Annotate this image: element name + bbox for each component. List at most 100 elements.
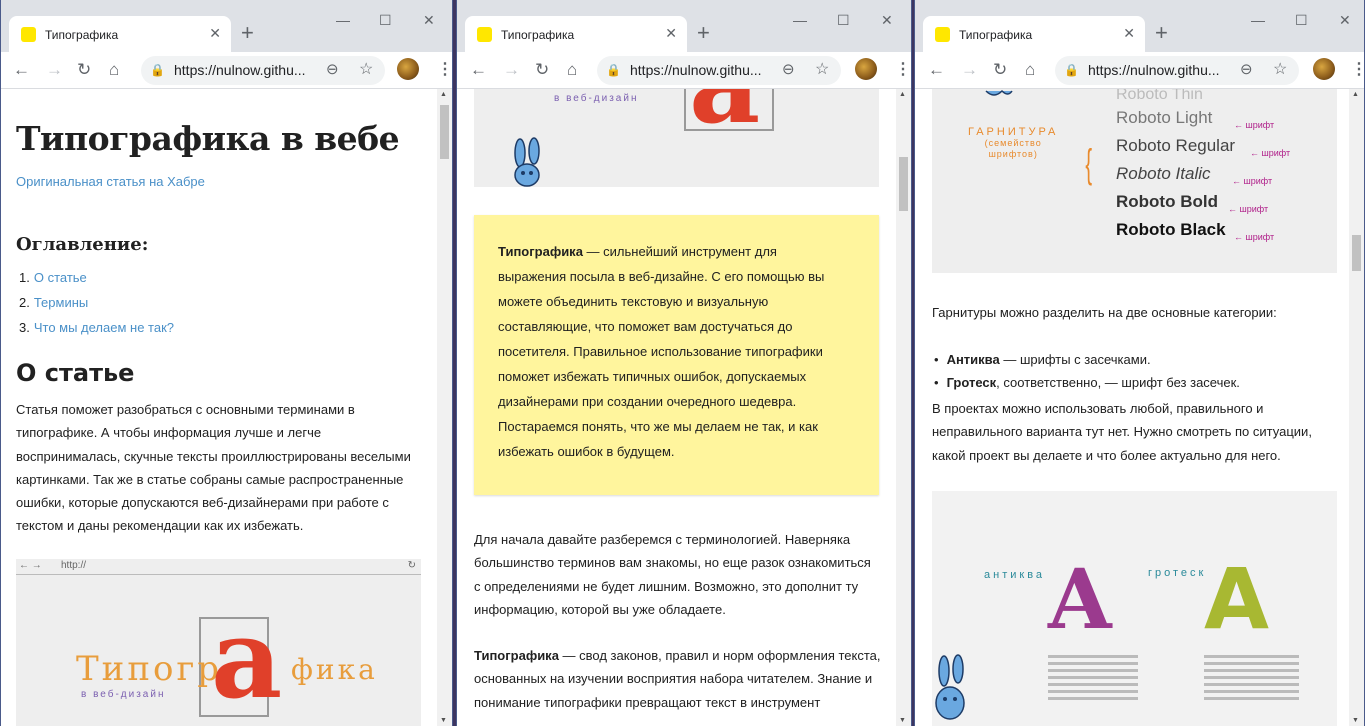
font-sample-bold: Roboto Bold bbox=[1116, 192, 1218, 211]
scroll-up-icon[interactable]: ▲ bbox=[1352, 91, 1359, 98]
address-bar[interactable]: 🔒 https://nulnow.githu... ⊖ ☆ bbox=[1055, 56, 1299, 85]
title-bar: Типографика ✕ + — ☐ ✕ bbox=[1, 0, 452, 52]
zoom-icon[interactable]: ⊖ bbox=[1240, 60, 1253, 78]
title-bar: Типографика ✕ + — ☐ ✕ bbox=[915, 0, 1364, 52]
browser-tab[interactable]: Типографика ✕ bbox=[465, 16, 687, 52]
sketch-back-icon: ← → bbox=[19, 560, 42, 571]
forward-icon[interactable]: → bbox=[961, 59, 978, 81]
reload-icon[interactable]: ↻ bbox=[77, 59, 91, 81]
bookmark-star-icon[interactable]: ☆ bbox=[359, 59, 373, 79]
menu-icon[interactable]: ⋮ bbox=[1351, 59, 1364, 79]
tab-close-icon[interactable]: ✕ bbox=[209, 25, 221, 42]
reload-icon[interactable]: ↻ bbox=[993, 59, 1007, 81]
new-tab-icon[interactable]: + bbox=[241, 21, 254, 45]
scroll-thumb[interactable] bbox=[899, 157, 908, 211]
scrollbar[interactable]: ▲ ▼ bbox=[896, 89, 911, 726]
usage-paragraph: В проектах можно использовать любой, пра… bbox=[932, 401, 1312, 463]
profile-avatar[interactable] bbox=[855, 58, 877, 80]
scroll-down-icon[interactable]: ▼ bbox=[440, 717, 447, 724]
font-arrow-bold: ← шрифт bbox=[1228, 204, 1269, 214]
scroll-down-icon[interactable]: ▼ bbox=[899, 717, 906, 724]
highlight-note: Типографика — сильнейший инструмент для … bbox=[474, 215, 879, 495]
illustration-antiqua-grotesque: антиква гротеск A A bbox=[932, 491, 1337, 726]
browser-window-2: Типографика ✕ + — ☐ ✕ ← → ↻ ⌂ 🔒 https://… bbox=[456, 0, 912, 726]
list-item: • Гротеск, соответственно, — шрифт без за… bbox=[934, 375, 1240, 391]
new-tab-icon[interactable]: + bbox=[1155, 21, 1168, 45]
address-bar[interactable]: 🔒 https://nulnow.githu... ⊖ ☆ bbox=[597, 56, 841, 85]
minimize-icon[interactable]: — bbox=[793, 12, 807, 28]
forward-icon[interactable]: → bbox=[503, 59, 520, 81]
site-favicon-icon bbox=[477, 27, 492, 42]
toc-link-mistakes[interactable]: Что мы делаем не так? bbox=[34, 320, 174, 335]
category-list: • Антиква — шрифты с засечками. • Гротеск,… bbox=[932, 348, 1342, 395]
scroll-thumb[interactable] bbox=[1352, 235, 1361, 271]
reload-icon[interactable]: ↻ bbox=[535, 59, 549, 81]
sketch-word-2: фика bbox=[291, 653, 378, 686]
url-text: https://nulnow.githu... bbox=[630, 62, 762, 78]
forward-icon[interactable]: → bbox=[46, 59, 63, 81]
sketch-caption: в веб-дизайн bbox=[81, 689, 166, 700]
url-text: https://nulnow.githu... bbox=[174, 62, 306, 78]
site-favicon-icon bbox=[21, 27, 36, 42]
bunny-icon bbox=[935, 654, 965, 720]
browser-toolbar: ← → ↻ ⌂ 🔒 https://nulnow.githu... ⊖ ☆ ⋮ bbox=[457, 52, 911, 89]
scrollbar[interactable]: ▲ ▼ bbox=[437, 89, 452, 726]
back-icon[interactable]: ← bbox=[470, 59, 487, 81]
lock-icon: 🔒 bbox=[606, 63, 621, 77]
lock-icon: 🔒 bbox=[150, 63, 165, 77]
browser-window-1: Типографика ✕ + — ☐ ✕ ← → ↻ ⌂ 🔒 https://… bbox=[0, 0, 453, 726]
profile-avatar[interactable] bbox=[1313, 58, 1335, 80]
grotesque-sample-text bbox=[1204, 651, 1299, 704]
maximize-icon[interactable]: ☐ bbox=[837, 12, 850, 29]
toc-link-about[interactable]: О статье bbox=[34, 270, 87, 285]
browser-tab[interactable]: Типографика ✕ bbox=[923, 16, 1145, 52]
sketch-caption: в веб-дизайн bbox=[554, 93, 639, 104]
new-tab-icon[interactable]: + bbox=[697, 21, 710, 45]
menu-icon[interactable]: ⋮ bbox=[895, 59, 911, 79]
close-window-icon[interactable]: ✕ bbox=[881, 12, 893, 29]
scroll-thumb[interactable] bbox=[440, 105, 449, 159]
family-label: ГАРНИТУРА (семейство шрифтов) bbox=[968, 126, 1059, 160]
menu-icon[interactable]: ⋮ bbox=[437, 59, 452, 79]
scrollbar[interactable]: ▲ ▼ bbox=[1349, 89, 1364, 726]
browser-toolbar: ← → ↻ ⌂ 🔒 https://nulnow.githu... ⊖ ☆ ⋮ bbox=[915, 52, 1364, 89]
font-arrow-italic: ← шрифт bbox=[1232, 176, 1273, 186]
zoom-icon[interactable]: ⊖ bbox=[782, 60, 795, 78]
home-icon[interactable]: ⌂ bbox=[109, 59, 119, 81]
close-window-icon[interactable]: ✕ bbox=[423, 12, 435, 29]
scroll-up-icon[interactable]: ▲ bbox=[440, 91, 447, 98]
maximize-icon[interactable]: ☐ bbox=[1295, 12, 1308, 29]
back-icon[interactable]: ← bbox=[13, 59, 30, 81]
source-link[interactable]: Оригинальная статья на Хабре bbox=[16, 174, 205, 189]
toc-item: 3. Что мы делаем не так? bbox=[19, 320, 175, 335]
scroll-up-icon[interactable]: ▲ bbox=[899, 91, 906, 98]
close-window-icon[interactable]: ✕ bbox=[1339, 12, 1351, 29]
toc-list: 1. О статье 2. Термины 3. Что мы делаем не … bbox=[19, 265, 174, 340]
profile-avatar[interactable] bbox=[397, 58, 419, 80]
browser-window-3: Типографика ✕ + — ☐ ✕ ← → ↻ ⌂ 🔒 https://… bbox=[914, 0, 1365, 726]
tab-close-icon[interactable]: ✕ bbox=[665, 25, 677, 42]
page-viewport: ГАРНИТУРА (семейство шрифтов) { Roboto T… bbox=[915, 89, 1364, 726]
illustration-font-family: ГАРНИТУРА (семейство шрифтов) { Roboto T… bbox=[932, 89, 1337, 273]
scroll-down-icon[interactable]: ▼ bbox=[1352, 717, 1359, 724]
grotesque-letter: A bbox=[1204, 550, 1270, 648]
back-icon[interactable]: ← bbox=[928, 59, 945, 81]
address-bar[interactable]: 🔒 https://nulnow.githu... ⊖ ☆ bbox=[141, 56, 385, 85]
definition-paragraph: Типографика — свод законов, правил и нор… bbox=[474, 648, 881, 710]
illustration-typography: ← → http:// ↻ Типогр а фика в веб-дизайн bbox=[16, 559, 421, 726]
tab-close-icon[interactable]: ✕ bbox=[1123, 25, 1135, 42]
browser-tab[interactable]: Типографика ✕ bbox=[9, 16, 231, 52]
home-icon[interactable]: ⌂ bbox=[1025, 59, 1035, 81]
minimize-icon[interactable]: — bbox=[1251, 12, 1265, 28]
minimize-icon[interactable]: — bbox=[336, 12, 350, 28]
bunny-paw-icon bbox=[985, 89, 1013, 96]
section-title: О статье bbox=[16, 359, 135, 387]
toc-link-terms[interactable]: Термины bbox=[34, 295, 88, 310]
home-icon[interactable]: ⌂ bbox=[567, 59, 577, 81]
sketch-word-1: Типогр bbox=[76, 649, 223, 689]
sketch-letter-a: а bbox=[689, 89, 760, 139]
zoom-icon[interactable]: ⊖ bbox=[326, 60, 339, 78]
bookmark-star-icon[interactable]: ☆ bbox=[815, 59, 829, 79]
maximize-icon[interactable]: ☐ bbox=[379, 12, 392, 29]
bookmark-star-icon[interactable]: ☆ bbox=[1273, 59, 1287, 79]
